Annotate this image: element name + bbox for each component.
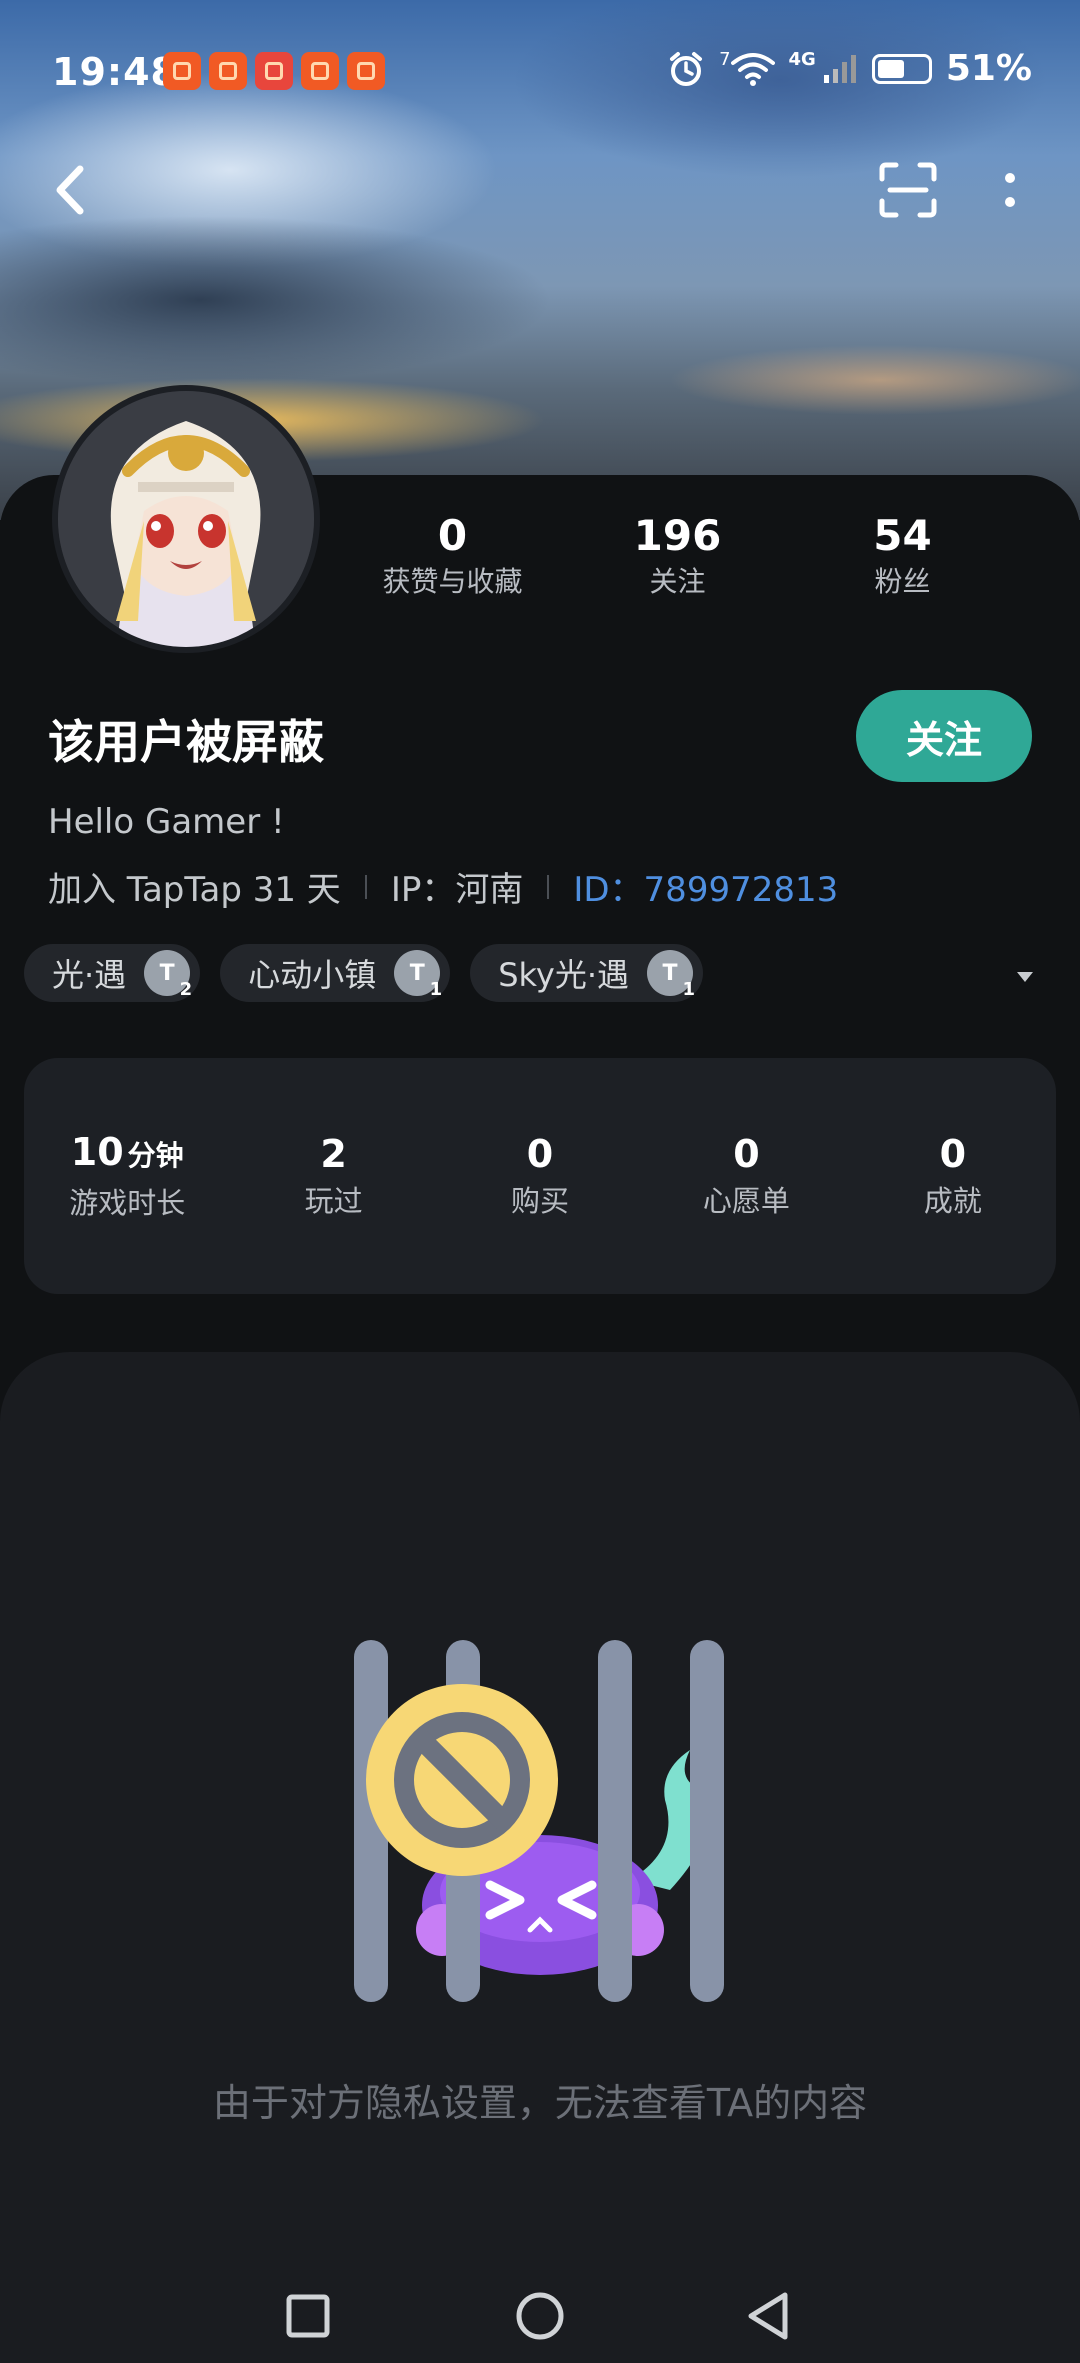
app-notification-icon: [163, 52, 201, 90]
stat-wishlist-label: 心愿单: [702, 1184, 790, 1218]
triangle-back-icon: [748, 2292, 788, 2340]
network-type-label: 4G: [788, 49, 816, 70]
ip-location: IP：河南: [390, 870, 524, 910]
stat-wishlist[interactable]: 0 心愿单: [643, 1129, 849, 1223]
meta-divider: [547, 874, 550, 899]
stat-purchased-value: 0: [526, 1132, 554, 1176]
chevron-left-icon: [56, 165, 84, 215]
taptap-level-icon: T 2: [144, 950, 192, 1000]
badge-level: 2: [179, 979, 193, 1000]
wifi-icon: [730, 52, 775, 86]
avatar[interactable]: [52, 385, 320, 653]
stat-achievements-value: 0: [939, 1132, 967, 1176]
app-notification-icon: [255, 52, 293, 90]
join-duration: 加入 TapTap 31 天: [48, 870, 341, 910]
stat-achievements-label: 成就: [923, 1184, 982, 1218]
stat-purchased-label: 购买: [511, 1184, 570, 1218]
sim-slot-label: 7: [719, 49, 731, 70]
game-tags: 光·遇 T 2 心动小镇 T 1 Sky光·遇 T 1: [24, 944, 704, 1002]
game-tag[interactable]: 光·遇 T 2: [24, 944, 201, 1002]
expand-tags-button[interactable]: [1010, 962, 1040, 992]
meta-divider: [364, 874, 367, 899]
stat-following-label: 关注: [649, 565, 706, 598]
stat-played[interactable]: 2 玩过: [230, 1129, 436, 1223]
app-notification-icon: [209, 52, 247, 90]
privacy-message: 由于对方隐私设置，无法查看TA的内容: [212, 2081, 868, 2125]
stat-likes[interactable]: 0 获赞与收藏: [340, 510, 565, 602]
follow-button[interactable]: 关注: [856, 690, 1032, 782]
profile-screen: 19:48 7 4G 51% 0 获赞与收藏 196 关注 54 粉丝 该用户被…: [0, 0, 1080, 2363]
game-tag[interactable]: 心动小镇 T 1: [220, 944, 451, 1002]
stat-likes-value: 0: [437, 511, 468, 560]
stat-following[interactable]: 196 关注: [565, 510, 790, 602]
alarm-icon: [670, 51, 703, 86]
back-button[interactable]: [40, 150, 100, 230]
stat-wishlist-value: 0: [733, 1132, 760, 1176]
stat-playtime[interactable]: 10 分钟 游戏时长: [24, 1127, 230, 1225]
stat-likes-label: 获赞与收藏: [382, 565, 523, 598]
avatar-image: [58, 391, 314, 647]
game-tag[interactable]: Sky光·遇 T 1: [470, 944, 704, 1002]
stat-followers-label: 粉丝: [874, 565, 931, 598]
badge-letter: T: [662, 960, 678, 986]
stat-followers[interactable]: 54 粉丝: [790, 510, 1015, 602]
app-notification-icon: [301, 52, 339, 90]
stat-playtime-unit: 分钟: [127, 1139, 184, 1172]
user-bio: Hello Gamer !: [48, 802, 285, 842]
nav-recents-button[interactable]: [268, 2276, 348, 2356]
notification-icons: [163, 52, 385, 90]
stat-playtime-value: 10: [70, 1130, 124, 1174]
battery-icon: [871, 53, 932, 84]
taptap-level-icon: T 1: [394, 950, 442, 1000]
status-time: 19:48: [52, 50, 178, 94]
stat-playtime-label: 游戏时长: [69, 1186, 186, 1220]
app-notification-icon: [347, 52, 385, 90]
game-tag-label: Sky光·遇: [498, 956, 630, 994]
scan-icon: [879, 162, 937, 218]
stat-played-label: 玩过: [304, 1184, 363, 1218]
profile-stats: 0 获赞与收藏 196 关注 54 粉丝: [340, 510, 1040, 602]
signal-icon: [823, 54, 856, 83]
more-vertical-icon: [1005, 173, 1015, 207]
nav-home-button[interactable]: [500, 2276, 580, 2356]
system-nav-bar: [0, 2258, 1080, 2363]
stat-purchased[interactable]: 0 购买: [437, 1129, 643, 1223]
badge-letter: T: [409, 960, 425, 986]
nav-back-button[interactable]: [728, 2276, 808, 2356]
caret-down-icon: [1017, 972, 1033, 982]
game-stats-card: 10 分钟 游戏时长 2 玩过 0 购买 0 心愿单 0 成就: [24, 1058, 1056, 1294]
stat-achievements[interactable]: 0 成就: [850, 1129, 1056, 1223]
username: 该用户被屏蔽: [48, 715, 324, 769]
badge-letter: T: [159, 960, 175, 986]
user-id[interactable]: ID：789972813: [573, 862, 838, 911]
game-tag-label: 光·遇: [52, 956, 127, 994]
status-indicators: 7 4G 51%: [667, 48, 1032, 89]
stat-played-value: 2: [320, 1132, 347, 1176]
status-bar: 19:48 7 4G 51%: [0, 0, 1080, 140]
taptap-level-icon: T 1: [647, 950, 695, 1000]
privacy-blocked-illustration: [354, 1640, 724, 2002]
game-tag-label: 心动小镇: [248, 956, 377, 994]
scan-button[interactable]: [868, 150, 948, 230]
circle-icon: [516, 2292, 564, 2340]
square-icon: [286, 2294, 330, 2338]
stat-following-value: 196: [633, 511, 722, 560]
stat-followers-value: 54: [873, 511, 932, 560]
battery-percent: 51%: [945, 48, 1032, 89]
badge-level: 1: [429, 979, 443, 1000]
more-options-button[interactable]: [985, 150, 1035, 230]
user-meta: 加入 TapTap 31 天 IP：河南 ID：789972813: [48, 862, 838, 911]
badge-level: 1: [682, 979, 696, 1000]
